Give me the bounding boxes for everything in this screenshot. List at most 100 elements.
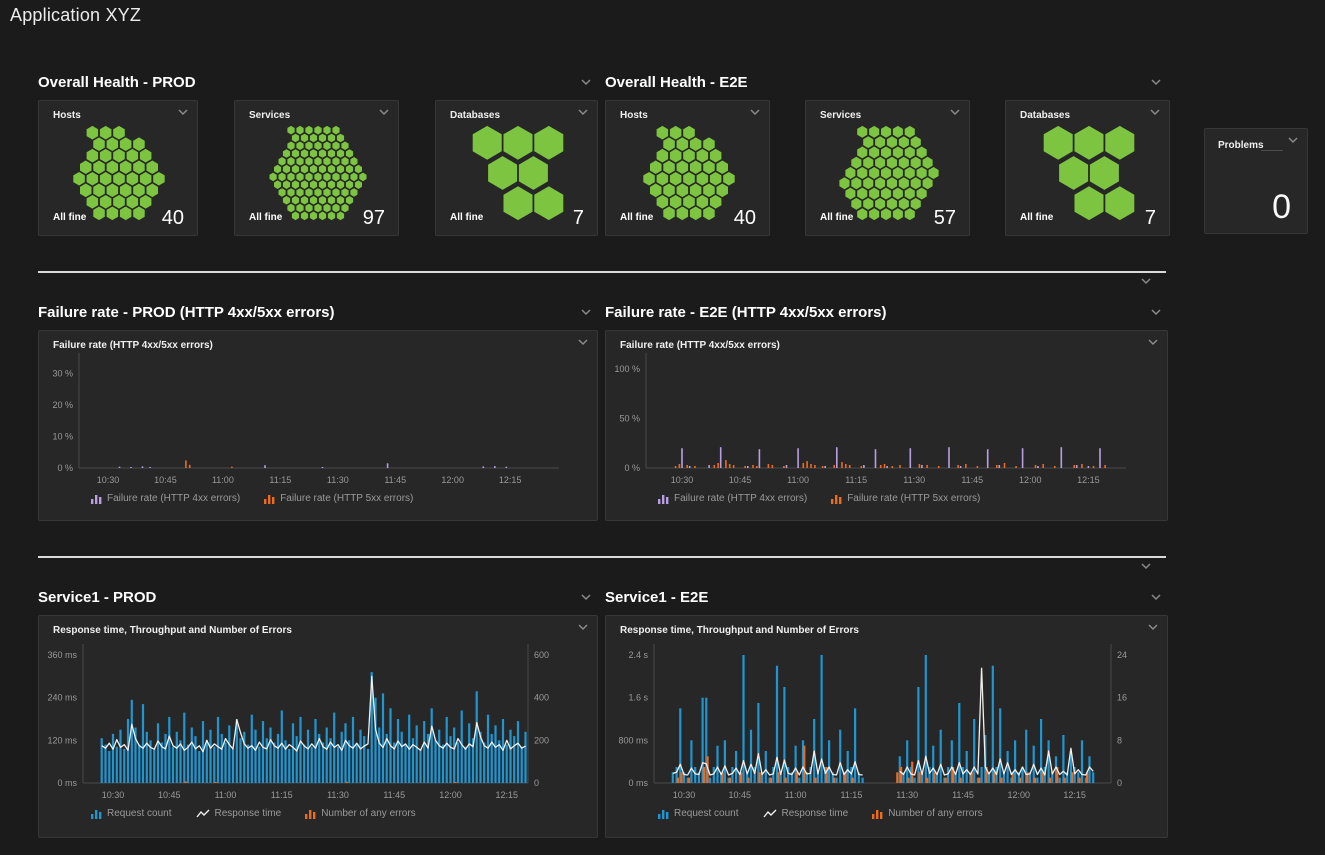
chevron-down-icon[interactable] <box>1149 108 1161 116</box>
chevron-down-icon[interactable] <box>577 338 589 346</box>
legend-item[interactable]: Request count <box>91 808 172 819</box>
section-header-overall-health-prod: Overall Health - PROD <box>38 72 598 92</box>
legend-label: Failure rate (HTTP 5xx errors) <box>280 493 413 504</box>
legend-label: Number of any errors <box>321 808 415 819</box>
chevron-down-icon[interactable] <box>1150 78 1162 86</box>
svg-text:12:15: 12:15 <box>1077 475 1100 485</box>
svg-text:120 ms: 120 ms <box>47 735 77 745</box>
chart-legend: Request count Response time Number of any … <box>91 808 416 819</box>
svg-text:12:15: 12:15 <box>1063 790 1086 800</box>
legend-label: Failure rate (HTTP 4xx errors) <box>107 493 240 504</box>
svg-text:10:30: 10:30 <box>102 790 125 800</box>
chevron-down-icon[interactable] <box>577 108 589 116</box>
chevron-down-icon[interactable] <box>1140 562 1152 570</box>
chevron-down-icon[interactable] <box>378 108 390 116</box>
svg-text:20 %: 20 % <box>52 400 73 410</box>
chevron-down-icon[interactable] <box>1147 338 1159 346</box>
chevron-down-icon[interactable] <box>580 308 592 316</box>
failure-rate-e2e-plot: 0 %50 %100 %10:3010:4511:0011:1511:3011:… <box>606 331 1167 520</box>
entity-count: 7 <box>1145 207 1156 230</box>
health-tile-hosts-e2e[interactable]: HostsAll fine40 <box>605 100 770 236</box>
chevron-down-icon[interactable] <box>749 108 761 116</box>
chart-title: Failure rate (HTTP 4xx/5xx errors) <box>620 340 780 351</box>
section-title: Overall Health - PROD <box>38 74 196 91</box>
chart-legend: Failure rate (HTTP 4xx errors) Failure ra… <box>91 493 413 504</box>
chevron-down-icon[interactable] <box>1140 277 1152 285</box>
svg-text:11:15: 11:15 <box>271 790 293 800</box>
svg-text:11:45: 11:45 <box>961 475 983 485</box>
chevron-down-icon[interactable] <box>949 108 961 116</box>
svg-text:16: 16 <box>1117 693 1127 703</box>
legend-item[interactable]: Response time <box>763 808 849 819</box>
svg-text:800 ms: 800 ms <box>618 735 648 745</box>
svg-text:0: 0 <box>1117 778 1122 788</box>
legend-item[interactable]: Failure rate (HTTP 4xx errors) <box>658 493 807 504</box>
chevron-down-icon[interactable] <box>1150 593 1162 601</box>
legend-item[interactable]: Failure rate (HTTP 5xx errors) <box>831 493 980 504</box>
svg-text:200: 200 <box>534 735 549 745</box>
problems-count: 0 <box>1272 188 1291 227</box>
svg-text:1.6 s: 1.6 s <box>628 693 648 703</box>
svg-text:12:00: 12:00 <box>1008 790 1031 800</box>
bar-legend-icon <box>264 494 275 504</box>
line-legend-icon <box>763 809 777 819</box>
health-tile-label: Services <box>249 110 290 121</box>
legend-item[interactable]: Number of any errors <box>872 808 982 819</box>
legend-item[interactable]: Response time <box>196 808 282 819</box>
service1-prod-chart-tile[interactable]: Response time, Throughput and Number of … <box>38 615 598 838</box>
bar-legend-icon <box>831 494 842 504</box>
honeycomb-health-chart <box>630 125 748 221</box>
chevron-down-icon[interactable] <box>580 78 592 86</box>
section-title: Failure rate - PROD (HTTP 4xx/5xx errors… <box>38 304 335 321</box>
svg-text:12:00: 12:00 <box>441 475 464 485</box>
svg-text:30 %: 30 % <box>52 368 73 378</box>
health-tile-databases-prod[interactable]: DatabasesAll fine7 <box>435 100 598 236</box>
svg-text:0 ms: 0 ms <box>628 778 648 788</box>
bar-legend-icon <box>658 494 669 504</box>
section-header-failure-rate-e2e: Failure rate - E2E (HTTP 4xx/5xx errors) <box>605 302 1168 322</box>
health-tile-label: Databases <box>450 110 500 121</box>
chevron-down-icon[interactable] <box>580 593 592 601</box>
health-tile-hosts-prod[interactable]: HostsAll fine40 <box>38 100 198 236</box>
svg-text:10:30: 10:30 <box>671 475 694 485</box>
legend-item[interactable]: Request count <box>658 808 739 819</box>
problems-tile[interactable]: Problems 0 <box>1204 128 1308 234</box>
legend-item[interactable]: Failure rate (HTTP 5xx errors) <box>264 493 413 504</box>
svg-text:240 ms: 240 ms <box>47 693 77 703</box>
svg-text:11:30: 11:30 <box>903 475 925 485</box>
health-tile-databases-e2e[interactable]: DatabasesAll fine7 <box>1005 100 1170 236</box>
legend-label: Response time <box>215 808 282 819</box>
chevron-down-icon[interactable] <box>1147 623 1159 631</box>
svg-text:10:45: 10:45 <box>154 475 177 485</box>
svg-text:2.4 s: 2.4 s <box>628 650 648 660</box>
honeycomb-health-chart <box>459 125 577 221</box>
service1-e2e-chart-tile[interactable]: Response time, Throughput and Number of … <box>605 615 1168 838</box>
svg-text:11:00: 11:00 <box>212 475 234 485</box>
section-header-failure-rate-prod: Failure rate - PROD (HTTP 4xx/5xx errors… <box>38 302 598 322</box>
chevron-down-icon[interactable] <box>1150 308 1162 316</box>
failure-rate-prod-chart-tile[interactable]: Failure rate (HTTP 4xx/5xx errors) 0 %10… <box>38 330 598 521</box>
chevron-down-icon[interactable] <box>177 108 189 116</box>
legend-item[interactable]: Failure rate (HTTP 4xx errors) <box>91 493 240 504</box>
chevron-down-icon[interactable] <box>1287 136 1299 144</box>
legend-label: Failure rate (HTTP 4xx errors) <box>674 493 807 504</box>
legend-label: Failure rate (HTTP 5xx errors) <box>847 493 980 504</box>
legend-label: Number of any errors <box>888 808 982 819</box>
svg-text:0 ms: 0 ms <box>57 778 77 788</box>
section-title: Overall Health - E2E <box>605 74 748 91</box>
svg-text:24: 24 <box>1117 650 1127 660</box>
legend-label: Response time <box>782 808 849 819</box>
failure-rate-e2e-chart-tile[interactable]: Failure rate (HTTP 4xx/5xx errors) 0 %50… <box>605 330 1168 521</box>
legend-label: Request count <box>107 808 172 819</box>
svg-text:11:00: 11:00 <box>215 790 237 800</box>
legend-item[interactable]: Number of any errors <box>305 808 415 819</box>
section-title: Failure rate - E2E (HTTP 4xx/5xx errors) <box>605 304 887 321</box>
health-tile-services-prod[interactable]: ServicesAll fine97 <box>234 100 399 236</box>
chevron-down-icon[interactable] <box>577 623 589 631</box>
section-title: Service1 - E2E <box>605 589 708 606</box>
page-title: Application XYZ <box>10 5 141 26</box>
health-tile-services-e2e[interactable]: ServicesAll fine57 <box>805 100 970 236</box>
honeycomb-health-chart <box>830 125 948 221</box>
health-status-label: All fine <box>1020 212 1053 223</box>
honeycomb-health-chart <box>1030 125 1148 221</box>
